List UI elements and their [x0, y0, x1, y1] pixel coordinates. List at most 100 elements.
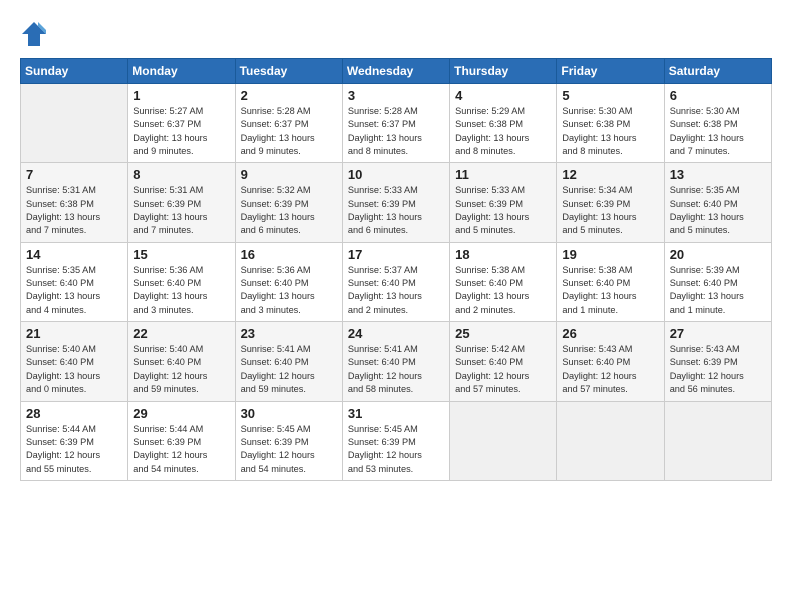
calendar-week-row: 1 Sunrise: 5:27 AM Sunset: 6:37 PM Daylig… — [21, 84, 772, 163]
calendar-cell — [557, 401, 664, 480]
day-info: Sunrise: 5:44 AM Sunset: 6:39 PM Dayligh… — [133, 423, 229, 476]
day-number: 21 — [26, 326, 122, 341]
day-number: 26 — [562, 326, 658, 341]
header-row: SundayMondayTuesdayWednesdayThursdayFrid… — [21, 59, 772, 84]
calendar-cell: 23 Sunrise: 5:41 AM Sunset: 6:40 PM Dayli… — [235, 322, 342, 401]
calendar-cell: 11 Sunrise: 5:33 AM Sunset: 6:39 PM Dayli… — [450, 163, 557, 242]
calendar-cell: 25 Sunrise: 5:42 AM Sunset: 6:40 PM Dayli… — [450, 322, 557, 401]
day-info: Sunrise: 5:28 AM Sunset: 6:37 PM Dayligh… — [241, 105, 337, 158]
day-info: Sunrise: 5:34 AM Sunset: 6:39 PM Dayligh… — [562, 184, 658, 237]
day-number: 19 — [562, 247, 658, 262]
calendar-table: SundayMondayTuesdayWednesdayThursdayFrid… — [20, 58, 772, 481]
day-info: Sunrise: 5:36 AM Sunset: 6:40 PM Dayligh… — [133, 264, 229, 317]
day-number: 31 — [348, 406, 444, 421]
day-number: 5 — [562, 88, 658, 103]
day-number: 4 — [455, 88, 551, 103]
day-info: Sunrise: 5:36 AM Sunset: 6:40 PM Dayligh… — [241, 264, 337, 317]
day-info: Sunrise: 5:33 AM Sunset: 6:39 PM Dayligh… — [348, 184, 444, 237]
logo-icon — [20, 20, 48, 48]
day-info: Sunrise: 5:40 AM Sunset: 6:40 PM Dayligh… — [133, 343, 229, 396]
calendar-cell — [21, 84, 128, 163]
calendar-cell: 22 Sunrise: 5:40 AM Sunset: 6:40 PM Dayli… — [128, 322, 235, 401]
day-info: Sunrise: 5:44 AM Sunset: 6:39 PM Dayligh… — [26, 423, 122, 476]
day-number: 13 — [670, 167, 766, 182]
day-number: 18 — [455, 247, 551, 262]
day-info: Sunrise: 5:41 AM Sunset: 6:40 PM Dayligh… — [241, 343, 337, 396]
calendar-cell: 3Sunrise: 5:28 AM Sunset: 6:37 PM Daylig… — [342, 84, 449, 163]
page: SundayMondayTuesdayWednesdayThursdayFrid… — [0, 0, 792, 493]
calendar-cell: 9 Sunrise: 5:32 AM Sunset: 6:39 PM Daylig… — [235, 163, 342, 242]
day-number: 20 — [670, 247, 766, 262]
calendar-cell: 13 Sunrise: 5:35 AM Sunset: 6:40 PM Dayli… — [664, 163, 771, 242]
calendar-cell: 18 Sunrise: 5:38 AM Sunset: 6:40 PM Dayli… — [450, 242, 557, 321]
calendar-week-row: 21 Sunrise: 5:40 AM Sunset: 6:40 PM Dayli… — [21, 322, 772, 401]
day-number: 17 — [348, 247, 444, 262]
calendar-week-row: 7 Sunrise: 5:31 AM Sunset: 6:38 PM Daylig… — [21, 163, 772, 242]
calendar-cell: 28 Sunrise: 5:44 AM Sunset: 6:39 PM Dayli… — [21, 401, 128, 480]
day-info: Sunrise: 5:33 AM Sunset: 6:39 PM Dayligh… — [455, 184, 551, 237]
calendar-cell: 6Sunrise: 5:30 AM Sunset: 6:38 PM Daylig… — [664, 84, 771, 163]
logo — [20, 20, 50, 48]
day-number: 14 — [26, 247, 122, 262]
day-number: 11 — [455, 167, 551, 182]
day-info: Sunrise: 5:45 AM Sunset: 6:39 PM Dayligh… — [348, 423, 444, 476]
calendar-cell: 7 Sunrise: 5:31 AM Sunset: 6:38 PM Daylig… — [21, 163, 128, 242]
calendar-week-row: 28 Sunrise: 5:44 AM Sunset: 6:39 PM Dayli… — [21, 401, 772, 480]
weekday-header: Monday — [128, 59, 235, 84]
day-number: 24 — [348, 326, 444, 341]
calendar-cell: 5 Sunrise: 5:30 AM Sunset: 6:38 PM Daylig… — [557, 84, 664, 163]
day-number: 8 — [133, 167, 229, 182]
calendar-cell: 30Sunrise: 5:45 AM Sunset: 6:39 PM Dayli… — [235, 401, 342, 480]
calendar-cell: 19 Sunrise: 5:38 AM Sunset: 6:40 PM Dayli… — [557, 242, 664, 321]
day-number: 2 — [241, 88, 337, 103]
weekday-header: Friday — [557, 59, 664, 84]
calendar-cell: 14 Sunrise: 5:35 AM Sunset: 6:40 PM Dayli… — [21, 242, 128, 321]
calendar-cell: 16Sunrise: 5:36 AM Sunset: 6:40 PM Dayli… — [235, 242, 342, 321]
header — [20, 16, 772, 48]
day-info: Sunrise: 5:45 AM Sunset: 6:39 PM Dayligh… — [241, 423, 337, 476]
weekday-header: Wednesday — [342, 59, 449, 84]
day-number: 28 — [26, 406, 122, 421]
day-info: Sunrise: 5:42 AM Sunset: 6:40 PM Dayligh… — [455, 343, 551, 396]
calendar-week-row: 14 Sunrise: 5:35 AM Sunset: 6:40 PM Dayli… — [21, 242, 772, 321]
calendar-cell: 24 Sunrise: 5:41 AM Sunset: 6:40 PM Dayli… — [342, 322, 449, 401]
calendar-cell: 17Sunrise: 5:37 AM Sunset: 6:40 PM Dayli… — [342, 242, 449, 321]
day-info: Sunrise: 5:31 AM Sunset: 6:39 PM Dayligh… — [133, 184, 229, 237]
calendar-cell: 31 Sunrise: 5:45 AM Sunset: 6:39 PM Dayli… — [342, 401, 449, 480]
day-number: 27 — [670, 326, 766, 341]
calendar-cell: 8 Sunrise: 5:31 AM Sunset: 6:39 PM Daylig… — [128, 163, 235, 242]
weekday-header: Sunday — [21, 59, 128, 84]
calendar-cell — [664, 401, 771, 480]
calendar-cell — [450, 401, 557, 480]
day-info: Sunrise: 5:41 AM Sunset: 6:40 PM Dayligh… — [348, 343, 444, 396]
day-info: Sunrise: 5:43 AM Sunset: 6:40 PM Dayligh… — [562, 343, 658, 396]
day-info: Sunrise: 5:29 AM Sunset: 6:38 PM Dayligh… — [455, 105, 551, 158]
calendar-cell: 10Sunrise: 5:33 AM Sunset: 6:39 PM Dayli… — [342, 163, 449, 242]
day-info: Sunrise: 5:38 AM Sunset: 6:40 PM Dayligh… — [455, 264, 551, 317]
day-info: Sunrise: 5:32 AM Sunset: 6:39 PM Dayligh… — [241, 184, 337, 237]
day-info: Sunrise: 5:38 AM Sunset: 6:40 PM Dayligh… — [562, 264, 658, 317]
day-info: Sunrise: 5:43 AM Sunset: 6:39 PM Dayligh… — [670, 343, 766, 396]
day-info: Sunrise: 5:28 AM Sunset: 6:37 PM Dayligh… — [348, 105, 444, 158]
day-info: Sunrise: 5:31 AM Sunset: 6:38 PM Dayligh… — [26, 184, 122, 237]
day-number: 29 — [133, 406, 229, 421]
day-info: Sunrise: 5:39 AM Sunset: 6:40 PM Dayligh… — [670, 264, 766, 317]
day-info: Sunrise: 5:27 AM Sunset: 6:37 PM Dayligh… — [133, 105, 229, 158]
day-info: Sunrise: 5:35 AM Sunset: 6:40 PM Dayligh… — [670, 184, 766, 237]
day-number: 25 — [455, 326, 551, 341]
calendar-cell: 12Sunrise: 5:34 AM Sunset: 6:39 PM Dayli… — [557, 163, 664, 242]
day-number: 1 — [133, 88, 229, 103]
day-info: Sunrise: 5:35 AM Sunset: 6:40 PM Dayligh… — [26, 264, 122, 317]
day-info: Sunrise: 5:30 AM Sunset: 6:38 PM Dayligh… — [562, 105, 658, 158]
day-number: 9 — [241, 167, 337, 182]
calendar-cell: 20 Sunrise: 5:39 AM Sunset: 6:40 PM Dayli… — [664, 242, 771, 321]
calendar-cell: 15Sunrise: 5:36 AM Sunset: 6:40 PM Dayli… — [128, 242, 235, 321]
day-info: Sunrise: 5:40 AM Sunset: 6:40 PM Dayligh… — [26, 343, 122, 396]
weekday-header: Tuesday — [235, 59, 342, 84]
day-number: 7 — [26, 167, 122, 182]
calendar-cell: 21 Sunrise: 5:40 AM Sunset: 6:40 PM Dayli… — [21, 322, 128, 401]
calendar-cell: 4 Sunrise: 5:29 AM Sunset: 6:38 PM Daylig… — [450, 84, 557, 163]
day-number: 22 — [133, 326, 229, 341]
day-number: 23 — [241, 326, 337, 341]
weekday-header: Saturday — [664, 59, 771, 84]
